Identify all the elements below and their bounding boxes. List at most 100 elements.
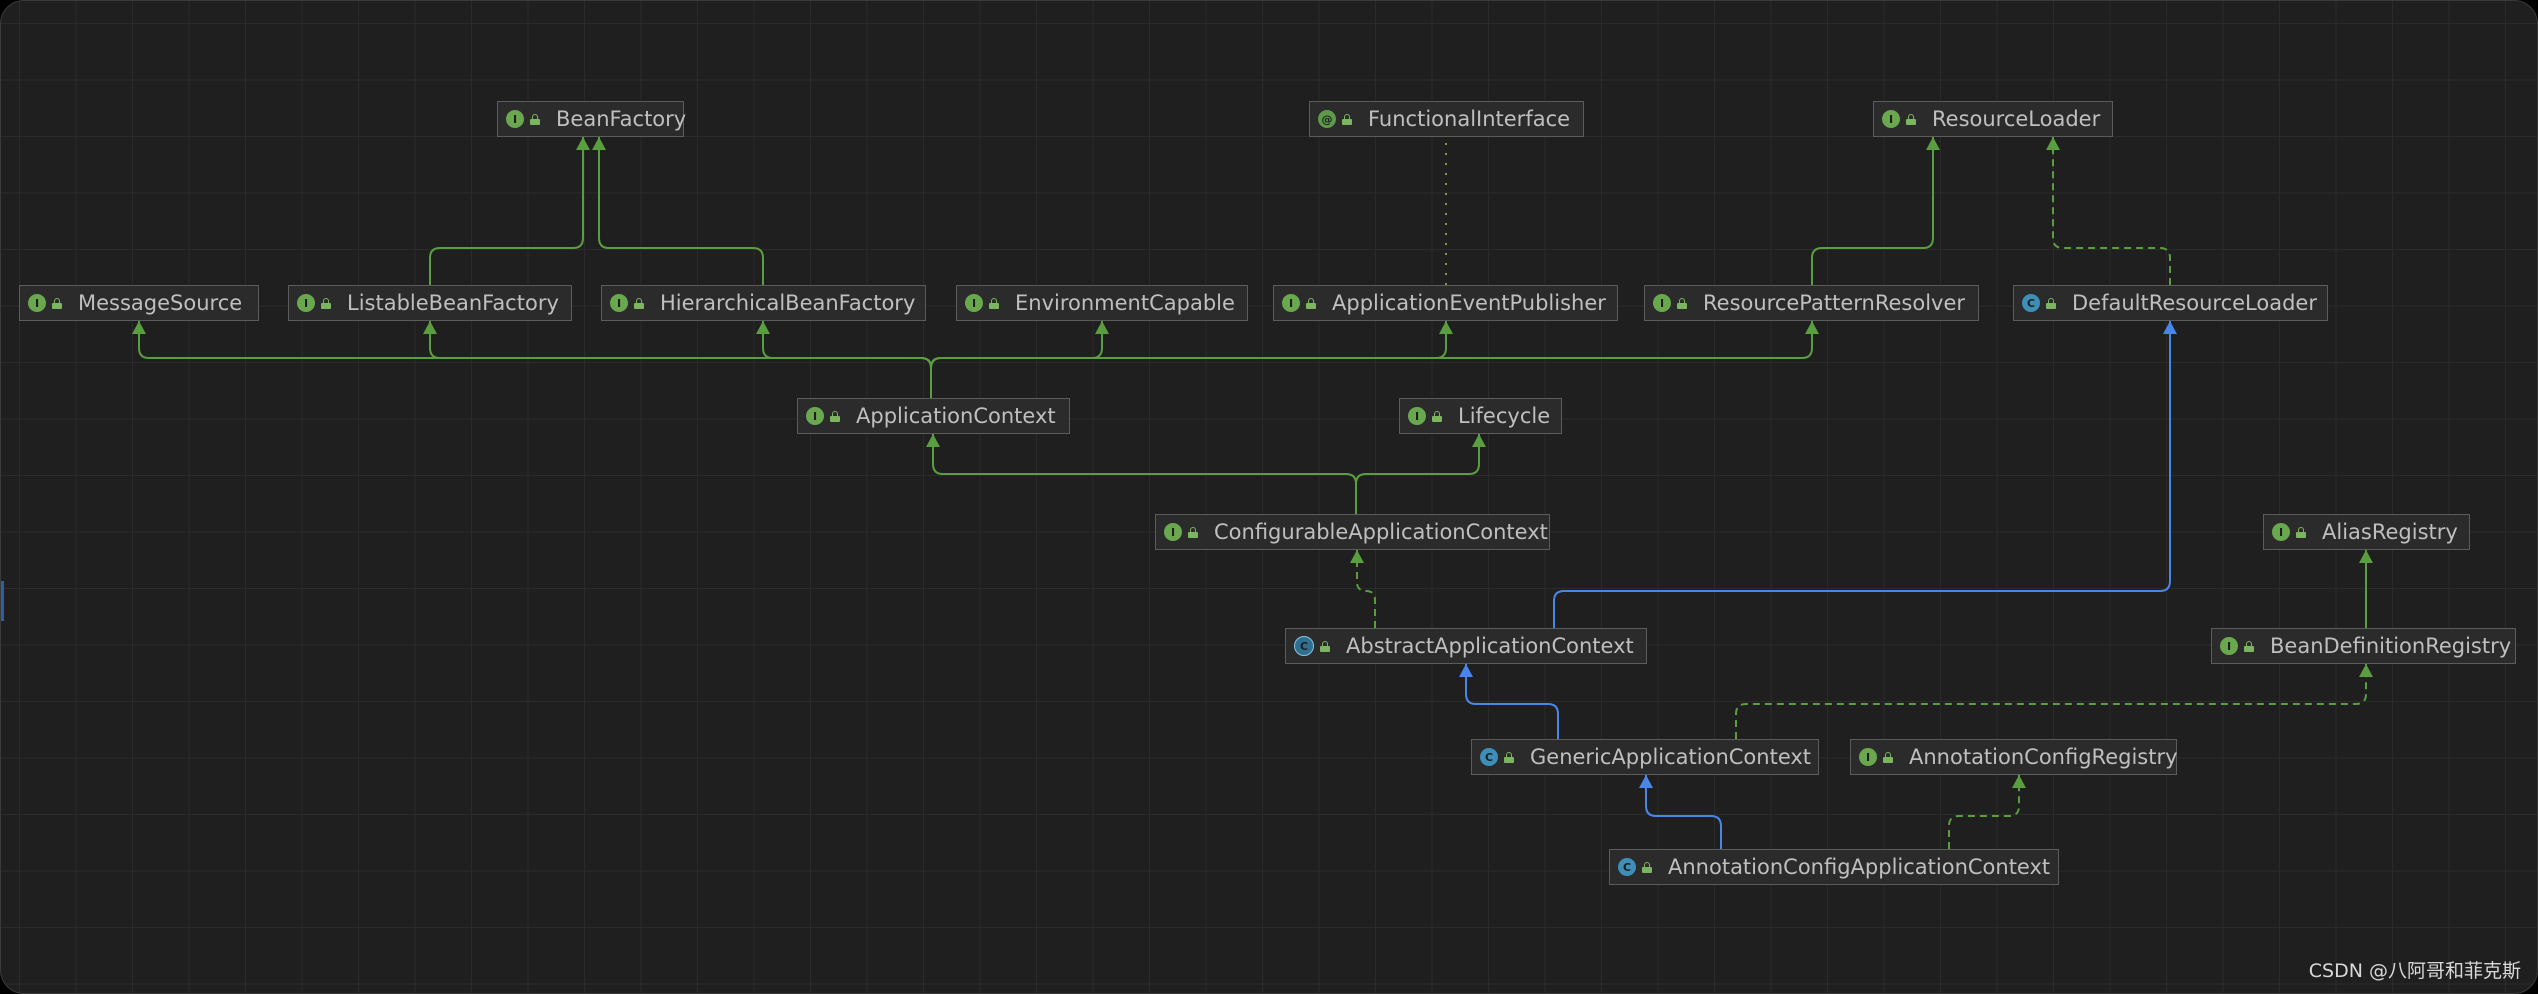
arrowhead-icon: [2163, 321, 2177, 334]
edge-ApplicationContext-to-MessageSource: [138, 321, 932, 398]
node-default-resource-loader[interactable]: C DefaultResourceLoader: [2013, 285, 2328, 321]
node-label: ConfigurableApplicationContext: [1214, 520, 1548, 544]
node-annotation-config-registry[interactable]: I AnnotationConfigRegistry: [1850, 739, 2178, 775]
edge-ApplicationContext-to-EnvironmentCapable: [930, 321, 1103, 398]
arrowhead-icon: [2046, 137, 2060, 150]
edge-ApplicationContext-to-ListableBeanFactory: [429, 321, 932, 398]
public-lock-icon: [52, 297, 62, 309]
arrowhead-icon: [1805, 321, 1819, 334]
interface-badge-icon: I: [1653, 294, 1671, 312]
node-label: EnvironmentCapable: [1015, 291, 1235, 315]
node-resource-loader[interactable]: I ResourceLoader: [1873, 101, 2113, 137]
interface-badge-icon: I: [297, 294, 315, 312]
arrowhead-icon: [423, 321, 437, 334]
node-abstract-application-context[interactable]: C AbstractApplicationContext: [1285, 628, 1647, 664]
node-message-source[interactable]: I MessageSource: [19, 285, 259, 321]
interface-badge-icon: I: [1882, 110, 1900, 128]
arrowhead-icon: [592, 137, 606, 150]
class-badge-icon: C: [1480, 748, 1498, 766]
node-alias-registry[interactable]: I AliasRegistry: [2263, 514, 2470, 550]
node-label: AnnotationConfigRegistry: [1909, 745, 2178, 769]
watermark: CSDN @八阿哥和菲克斯: [2308, 960, 2521, 982]
interface-badge-icon: I: [806, 407, 824, 425]
node-bean-factory[interactable]: I BeanFactory: [497, 101, 687, 137]
node-resource-pattern-resolver[interactable]: I ResourcePatternResolver: [1644, 285, 1979, 321]
edge-AnnotationConfigApplicationContext-to-AnnotationConfigRegistry: [1948, 775, 2020, 849]
public-lock-icon: [321, 297, 331, 309]
node-hierarchical-bean-factory[interactable]: I HierarchicalBeanFactory: [601, 285, 926, 321]
node-label: ApplicationContext: [856, 404, 1056, 428]
node-annotation-config-application-context[interactable]: C AnnotationConfigApplicationContext: [1609, 849, 2059, 885]
edge-ApplicationContext-to-ApplicationEventPublisher: [930, 321, 1447, 398]
node-label: MessageSource: [78, 291, 243, 315]
node-generic-application-context[interactable]: C GenericApplicationContext: [1471, 739, 1819, 775]
arrowhead-icon: [1926, 137, 1940, 150]
arrowhead-icon: [1639, 775, 1653, 788]
public-lock-icon: [2244, 640, 2254, 652]
node-label: AbstractApplicationContext: [1346, 634, 1634, 658]
public-lock-icon: [1642, 861, 1652, 873]
node-label: ResourceLoader: [1932, 107, 2101, 131]
node-label: DefaultResourceLoader: [2072, 291, 2317, 315]
node-label: BeanFactory: [556, 107, 687, 131]
edge-GenericApplicationContext-to-AbstractApplicationContext: [1465, 664, 1559, 739]
interface-badge-icon: I: [28, 294, 46, 312]
node-application-event-publisher[interactable]: I ApplicationEventPublisher: [1273, 285, 1618, 321]
edge-HierarchicalBeanFactory-to-BeanFactory: [598, 137, 764, 285]
node-configurable-application-context[interactable]: I ConfigurableApplicationContext: [1155, 514, 1550, 550]
edge-DefaultResourceLoader-to-ResourceLoader: [2052, 137, 2171, 285]
diagram-edges: [132, 137, 2373, 849]
abstract-badge-icon: C: [1294, 636, 1314, 656]
public-lock-icon: [1883, 751, 1893, 763]
arrowhead-icon: [132, 321, 146, 334]
interface-badge-icon: I: [2272, 523, 2290, 541]
node-application-context[interactable]: I ApplicationContext: [797, 398, 1070, 434]
side-scroll-marker: [1, 581, 4, 621]
node-label: ResourcePatternResolver: [1703, 291, 1966, 315]
node-label: AnnotationConfigApplicationContext: [1668, 855, 2051, 879]
public-lock-icon: [1504, 751, 1514, 763]
edge-ConfigurableApplicationContext-to-Lifecycle: [1355, 434, 1480, 514]
arrowhead-icon: [1439, 321, 1453, 334]
node-bean-definition-registry[interactable]: I BeanDefinitionRegistry: [2211, 628, 2516, 664]
node-label: FunctionalInterface: [1368, 107, 1571, 131]
public-lock-icon: [1306, 297, 1316, 309]
arrowhead-icon: [2012, 775, 2026, 788]
public-lock-icon: [1906, 113, 1916, 125]
class-badge-icon: C: [2022, 294, 2040, 312]
public-lock-icon: [830, 410, 840, 422]
public-lock-icon: [989, 297, 999, 309]
node-lifecycle[interactable]: I Lifecycle: [1399, 398, 1562, 434]
interface-badge-icon: I: [1282, 294, 1300, 312]
interface-badge-icon: I: [506, 110, 524, 128]
interface-badge-icon: I: [610, 294, 628, 312]
public-lock-icon: [1188, 526, 1198, 538]
public-lock-icon: [530, 113, 540, 125]
arrowhead-icon: [1095, 321, 1109, 334]
arrowhead-icon: [2359, 664, 2373, 677]
node-functional-interface[interactable]: @ FunctionalInterface: [1309, 101, 1584, 137]
public-lock-icon: [1432, 410, 1442, 422]
edge-AbstractApplicationContext-to-DefaultResourceLoader: [1553, 321, 2171, 628]
interface-badge-icon: I: [1859, 748, 1877, 766]
interface-badge-icon: I: [2220, 637, 2238, 655]
interface-badge-icon: I: [965, 294, 983, 312]
interface-badge-icon: I: [1164, 523, 1182, 541]
interface-badge-icon: I: [1408, 407, 1426, 425]
arrowhead-icon: [2359, 550, 2373, 563]
node-label: BeanDefinitionRegistry: [2270, 634, 2512, 658]
arrowhead-icon: [1459, 664, 1473, 677]
node-environment-capable[interactable]: I EnvironmentCapable: [956, 285, 1248, 321]
arrowhead-icon: [756, 321, 770, 334]
node-label: HierarchicalBeanFactory: [660, 291, 916, 315]
diagram-canvas: I BeanFactory @ FunctionalInterface I Resourc…: [0, 0, 2538, 994]
public-lock-icon: [2046, 297, 2056, 309]
edge-AnnotationConfigApplicationContext-to-GenericApplicationContext: [1645, 775, 1722, 849]
arrowhead-icon: [1350, 550, 1364, 563]
node-listable-bean-factory[interactable]: I ListableBeanFactory: [288, 285, 572, 321]
public-lock-icon: [634, 297, 644, 309]
edge-ApplicationContext-to-HierarchicalBeanFactory: [762, 321, 932, 398]
node-label: ListableBeanFactory: [347, 291, 559, 315]
arrowhead-icon: [576, 137, 590, 150]
arrowhead-icon: [1472, 434, 1486, 447]
